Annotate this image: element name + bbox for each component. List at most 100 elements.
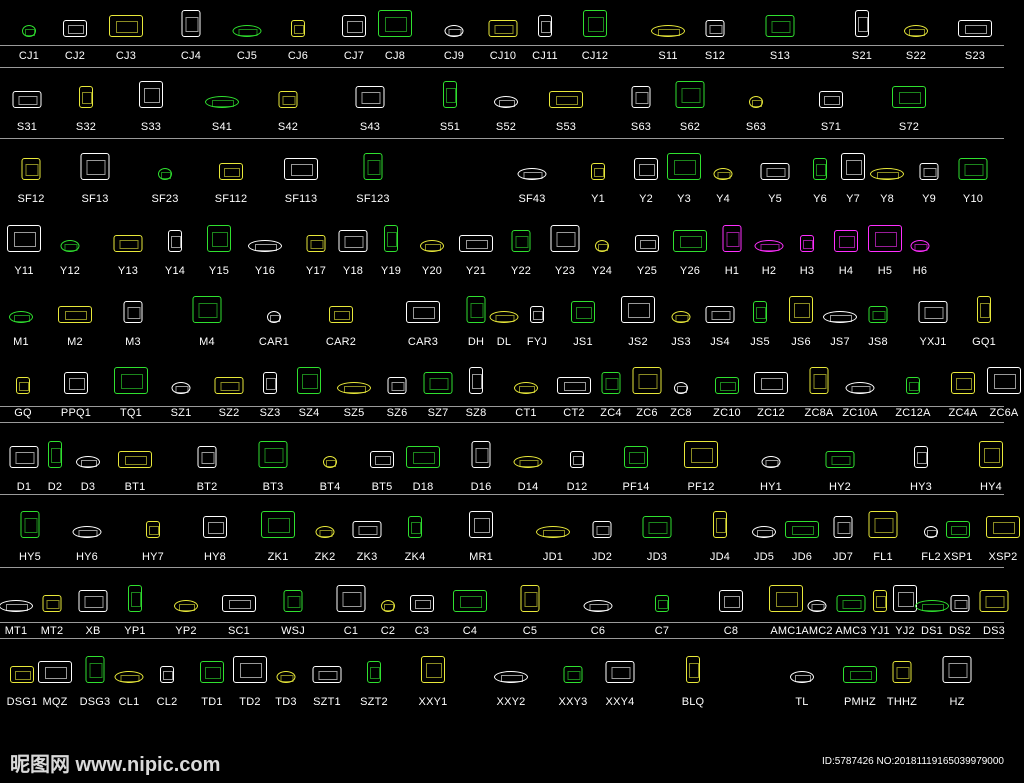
cad-block-icon[interactable] (113, 235, 143, 252)
cad-block-icon[interactable] (769, 585, 803, 612)
cad-block-icon[interactable] (549, 91, 583, 108)
cad-block-icon[interactable] (513, 456, 543, 468)
cad-block-icon[interactable] (809, 367, 829, 394)
cad-block-icon[interactable] (893, 585, 917, 612)
cad-block-icon[interactable] (123, 301, 143, 323)
cad-block-icon[interactable] (370, 451, 394, 468)
cad-block-icon[interactable] (722, 225, 742, 252)
cad-block-icon[interactable] (950, 595, 970, 612)
cad-block-icon[interactable] (168, 230, 182, 252)
cad-block-icon[interactable] (825, 451, 855, 468)
cad-block-icon[interactable] (855, 10, 869, 37)
cad-block-icon[interactable] (205, 96, 239, 108)
cad-block-icon[interactable] (114, 671, 144, 683)
cad-block-icon[interactable] (671, 311, 691, 323)
cad-block-icon[interactable] (605, 661, 635, 683)
cad-block-icon[interactable] (297, 367, 321, 394)
cad-block-icon[interactable] (63, 20, 87, 37)
cad-block-icon[interactable] (207, 225, 231, 252)
cad-block-icon[interactable] (520, 585, 540, 612)
cad-block-icon[interactable] (635, 235, 659, 252)
cad-block-icon[interactable] (9, 446, 39, 468)
cad-block-icon[interactable] (342, 15, 366, 37)
cad-block-icon[interactable] (79, 86, 93, 108)
cad-block-icon[interactable] (705, 306, 735, 323)
cad-block-icon[interactable] (408, 516, 422, 538)
cad-block-icon[interactable] (958, 20, 992, 37)
cad-block-icon[interactable] (197, 446, 217, 468)
cad-block-icon[interactable] (958, 158, 988, 180)
cad-block-icon[interactable] (807, 600, 827, 612)
cad-block-icon[interactable] (471, 441, 491, 468)
cad-block-icon[interactable] (924, 526, 938, 538)
cad-block-icon[interactable] (843, 666, 877, 683)
cad-block-icon[interactable] (384, 225, 398, 252)
cad-block-icon[interactable] (841, 153, 865, 180)
cad-block-icon[interactable] (336, 585, 366, 612)
cad-block-icon[interactable] (363, 153, 383, 180)
cad-block-icon[interactable] (870, 168, 904, 180)
cad-block-icon[interactable] (557, 377, 591, 394)
cad-block-icon[interactable] (754, 372, 788, 394)
cad-block-icon[interactable] (595, 240, 609, 252)
cad-block-icon[interactable] (904, 25, 928, 37)
cad-block-icon[interactable] (591, 163, 605, 180)
cad-block-icon[interactable] (760, 163, 790, 180)
cad-block-icon[interactable] (192, 296, 222, 323)
cad-block-icon[interactable] (10, 666, 34, 683)
cad-block-icon[interactable] (233, 656, 267, 683)
cad-block-icon[interactable] (80, 153, 110, 180)
cad-block-icon[interactable] (571, 301, 595, 323)
cad-block-icon[interactable] (749, 96, 763, 108)
cad-block-icon[interactable] (550, 225, 580, 252)
cad-block-icon[interactable] (834, 230, 858, 252)
cad-block-icon[interactable] (761, 456, 781, 468)
cad-block-icon[interactable] (453, 590, 487, 612)
cad-block-icon[interactable] (378, 10, 412, 37)
cad-block-icon[interactable] (715, 377, 739, 394)
cad-block-icon[interactable] (7, 225, 41, 252)
cad-block-icon[interactable] (443, 81, 457, 108)
cad-block-icon[interactable] (667, 153, 701, 180)
cad-block-icon[interactable] (868, 306, 888, 323)
cad-block-icon[interactable] (592, 521, 612, 538)
cad-block-icon[interactable] (58, 306, 92, 323)
cad-block-icon[interactable] (868, 511, 898, 538)
cad-block-icon[interactable] (713, 168, 733, 180)
cad-block-icon[interactable] (634, 158, 658, 180)
cad-block-icon[interactable] (64, 372, 88, 394)
cad-block-icon[interactable] (536, 526, 570, 538)
cad-block-icon[interactable] (469, 511, 493, 538)
cad-block-icon[interactable] (22, 25, 36, 37)
cad-block-icon[interactable] (892, 661, 912, 683)
cad-block-icon[interactable] (517, 168, 547, 180)
cad-block-icon[interactable] (352, 521, 382, 538)
cad-block-icon[interactable] (942, 656, 972, 683)
cad-block-icon[interactable] (355, 86, 385, 108)
cad-block-icon[interactable] (48, 441, 62, 468)
cad-block-icon[interactable] (291, 20, 305, 37)
cad-block-icon[interactable] (76, 456, 100, 468)
cad-block-icon[interactable] (511, 230, 531, 252)
cad-block-icon[interactable] (0, 600, 33, 612)
cad-block-icon[interactable] (232, 25, 262, 37)
cad-block-icon[interactable] (601, 372, 621, 394)
cad-block-icon[interactable] (488, 20, 518, 37)
cad-block-icon[interactable] (987, 367, 1021, 394)
cad-block-icon[interactable] (785, 521, 819, 538)
cad-block-icon[interactable] (263, 372, 277, 394)
cad-block-icon[interactable] (790, 671, 814, 683)
cad-block-icon[interactable] (684, 441, 718, 468)
cad-block-icon[interactable] (146, 521, 160, 538)
cad-block-icon[interactable] (789, 296, 813, 323)
cad-block-icon[interactable] (278, 91, 298, 108)
cad-block-icon[interactable] (114, 367, 148, 394)
cad-block-icon[interactable] (868, 225, 902, 252)
cad-block-icon[interactable] (951, 372, 975, 394)
cad-block-icon[interactable] (381, 600, 395, 612)
cad-block-icon[interactable] (915, 600, 949, 612)
cad-block-icon[interactable] (466, 296, 486, 323)
cad-block-icon[interactable] (673, 230, 707, 252)
cad-block-icon[interactable] (459, 235, 493, 252)
cad-block-icon[interactable] (765, 15, 795, 37)
